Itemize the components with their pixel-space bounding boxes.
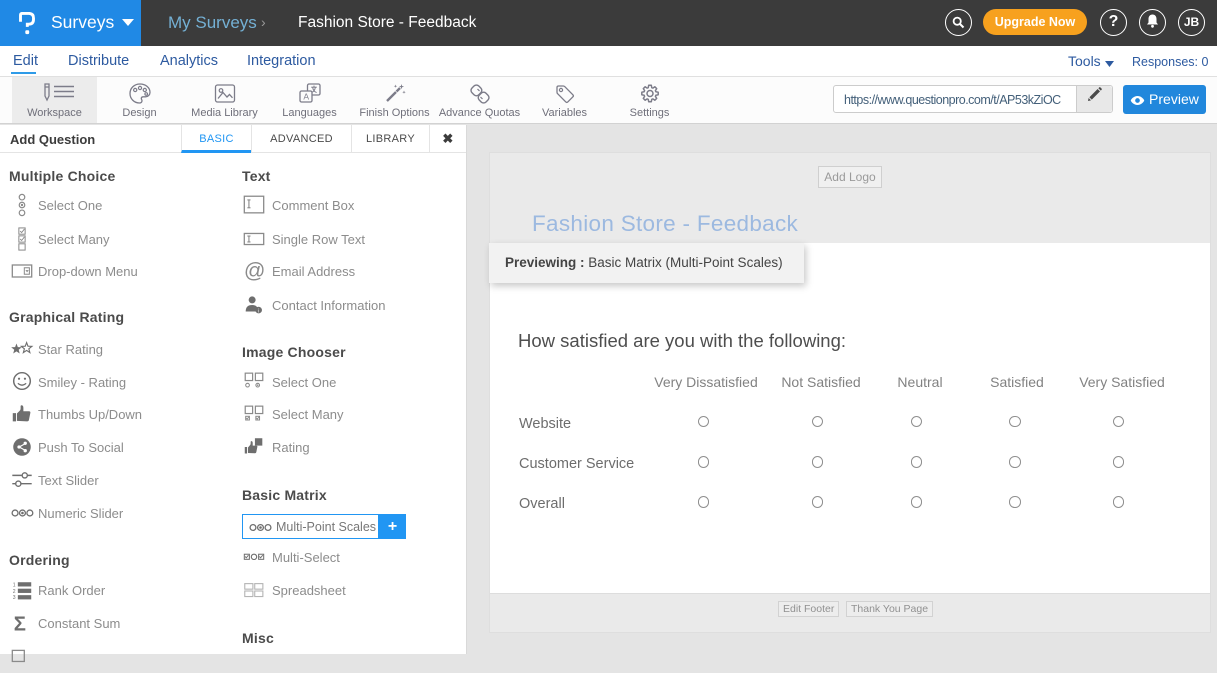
- svg-text:Σ: Σ: [14, 613, 26, 635]
- svg-text:2: 2: [13, 589, 16, 595]
- svg-text:A: A: [303, 92, 309, 102]
- svg-text:i: i: [258, 308, 259, 314]
- svg-text:@: @: [244, 259, 266, 282]
- svg-text:1: 1: [13, 582, 16, 588]
- svg-text:3: 3: [13, 595, 16, 601]
